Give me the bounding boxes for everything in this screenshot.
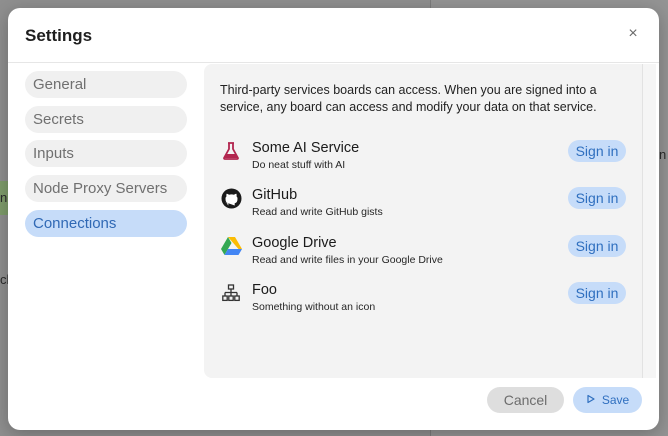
save-label: Save [601,393,630,407]
sidebar-item-secrets[interactable]: Secrets [25,105,187,133]
settings-sidebar: General Secrets Inputs Node Proxy Server… [25,71,187,244]
scrollbar-track[interactable] [642,64,656,378]
dialog-header: Settings × [8,8,659,63]
service-description: Read and write files in your Google Driv… [252,253,443,266]
cancel-button[interactable]: Cancel [487,387,564,413]
sign-in-button[interactable]: Sign in [568,140,626,162]
network-icon [220,282,242,304]
close-icon: × [628,25,638,42]
settings-dialog: Settings × General Secrets Inputs Node P… [8,8,659,430]
connections-panel: Third-party services boards can access. … [204,64,656,378]
dialog-footer: Cancel Save [487,387,642,413]
sidebar-item-inputs[interactable]: Inputs [25,140,187,168]
service-description: Read and write GitHub gists [252,206,383,219]
service-list: Some AI Service Do neat stuff with AI Si… [220,140,626,329]
github-icon [220,187,242,209]
service-row: Foo Something without an icon Sign in [220,281,626,329]
service-row: GitHub Read and write GitHub gists Sign … [220,187,626,234]
service-name: Foo [252,281,277,298]
save-button[interactable]: Save [573,387,642,413]
service-row: Google Drive Read and write files in you… [220,234,626,282]
service-description: Do neat stuff with AI [252,159,346,171]
close-button[interactable]: × [625,26,641,42]
service-name: GitHub [252,187,298,204]
sign-in-button[interactable]: Sign in [568,187,626,210]
sign-in-button[interactable]: Sign in [568,281,626,304]
flask-icon [220,140,242,162]
service-row: Some AI Service Do neat stuff with AI Si… [220,140,626,187]
sidebar-item-connections[interactable]: Connections [25,209,187,237]
bg-fragment-text: n [659,147,667,162]
sidebar-item-node-proxy-servers[interactable]: Node Proxy Servers [25,175,187,203]
dialog-title: Settings [25,26,93,45]
sign-in-button[interactable]: Sign in [568,234,626,257]
service-description: Something without an icon [252,300,376,313]
save-icon [586,387,596,413]
google-drive-icon [220,235,242,257]
sidebar-item-general[interactable]: General [25,71,187,98]
connections-intro: Third-party services boards can access. … [220,83,597,114]
service-name: Some AI Service [252,140,360,156]
service-name: Google Drive [252,234,337,251]
